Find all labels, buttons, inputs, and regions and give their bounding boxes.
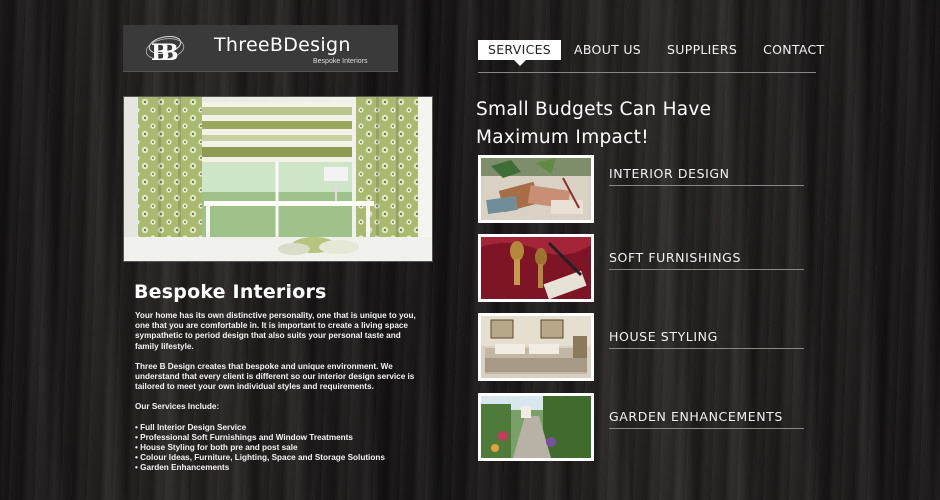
list-item: • House Styling for both pre and post sa… <box>135 443 298 453</box>
intro-text: Your home has its own distinctive person… <box>135 311 425 474</box>
service-label[interactable]: SOFT FURNISHINGS <box>609 250 741 265</box>
page-title: Bespoke Interiors <box>134 281 327 303</box>
logo-mark-icon: B B <box>145 35 185 65</box>
garden-enhancements-image <box>481 396 591 458</box>
logo-mark-text-2: B <box>160 40 179 65</box>
intro-paragraph: Three B Design creates that bespoke and … <box>135 361 415 392</box>
soft-furnishings-image <box>481 237 591 299</box>
nav-divider <box>478 72 816 73</box>
list-item: • Full Interior Design Service <box>135 422 247 432</box>
service-divider <box>609 348 804 349</box>
service-divider <box>609 428 804 429</box>
service-label[interactable]: HOUSE STYLING <box>609 329 718 344</box>
headline-line-1: Small Budgets Can Have <box>476 99 712 120</box>
service-thumbnail[interactable] <box>478 155 594 223</box>
services-list-heading: Our Services Include: <box>135 402 220 412</box>
interior-design-image <box>481 158 591 220</box>
nav-contact[interactable]: CONTACT <box>753 40 834 60</box>
service-thumbnail[interactable] <box>478 234 594 302</box>
service-divider <box>609 185 804 186</box>
list-item: • Garden Enhancements <box>135 463 230 473</box>
nav-about-us[interactable]: ABOUT US <box>564 40 651 60</box>
service-garden-enhancements[interactable]: GARDEN ENHANCEMENTS <box>478 393 808 461</box>
service-label[interactable]: GARDEN ENHANCEMENTS <box>609 409 783 424</box>
services-list: • Full Interior Design Service • Profess… <box>135 423 425 474</box>
logo-title: ThreeBDesign <box>214 34 351 56</box>
service-interior-design[interactable]: INTERIOR DESIGN <box>478 155 808 223</box>
logo-subtitle: Bespoke Interiors <box>313 58 368 65</box>
service-soft-furnishings[interactable]: SOFT FURNISHINGS <box>478 234 808 302</box>
service-thumbnail[interactable] <box>478 393 594 461</box>
hero-image <box>123 96 433 262</box>
headline: Small Budgets Can Have Maximum Impact! <box>476 96 836 152</box>
headline-line-2: Maximum Impact! <box>476 127 649 148</box>
list-item: • Professional Soft Furnishings and Wind… <box>135 432 353 442</box>
list-item: • Colour Ideas, Furniture, Lighting, Spa… <box>135 453 385 463</box>
nav-suppliers[interactable]: SUPPLIERS <box>657 40 747 60</box>
nav-services[interactable]: SERVICES <box>478 40 562 66</box>
service-thumbnail[interactable] <box>478 313 594 381</box>
hero-curtains-illustration <box>124 97 432 261</box>
service-divider <box>609 269 804 270</box>
house-styling-image <box>481 316 591 378</box>
service-house-styling[interactable]: HOUSE STYLING <box>478 313 808 381</box>
intro-paragraph: Your home has its own distinctive person… <box>135 311 416 351</box>
site-logo[interactable]: B B ThreeBDesign Bespoke Interiors <box>123 25 398 72</box>
main-nav: SERVICES ABOUT US SUPPLIERS CONTACT <box>478 40 837 66</box>
service-label[interactable]: INTERIOR DESIGN <box>609 166 730 181</box>
